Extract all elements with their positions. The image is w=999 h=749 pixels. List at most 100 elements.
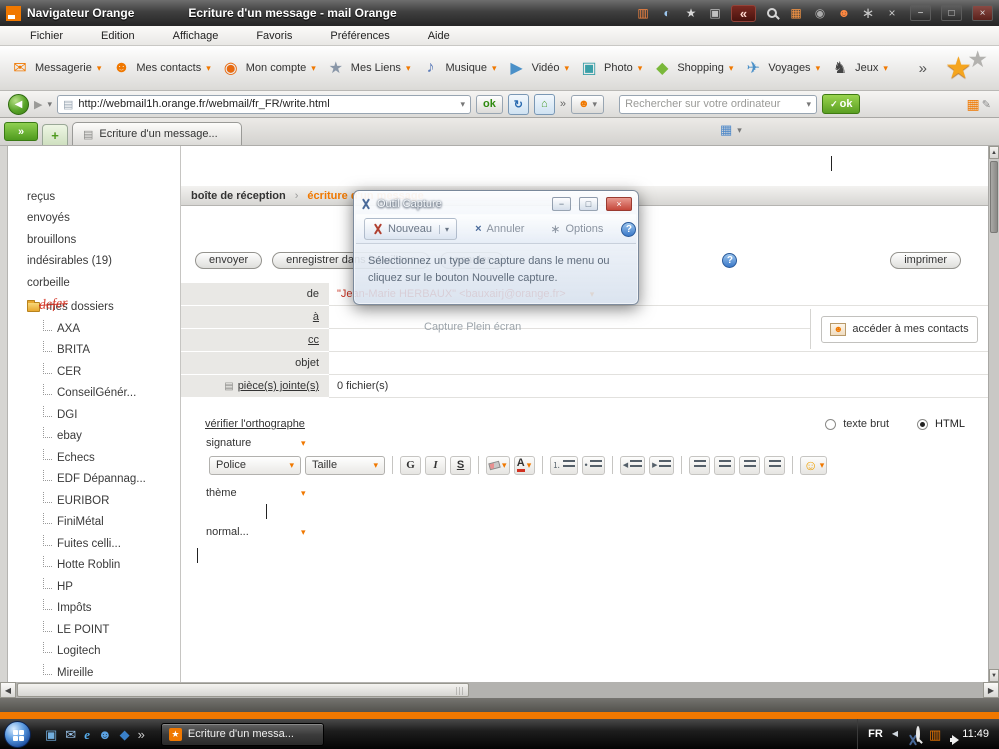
subfolder-item[interactable]: Mireille: [9, 662, 180, 682]
person-icon[interactable]: [836, 5, 852, 21]
service-item[interactable]: ◉ Mon compte: [221, 58, 316, 78]
bullet-list-button[interactable]: [582, 456, 605, 475]
message-body[interactable]: [181, 546, 971, 676]
service-item[interactable]: ☻ Mes contacts: [111, 59, 210, 77]
service-item[interactable]: ♪ Musique: [420, 59, 496, 77]
folder-root-item[interactable]: mes dossiers defer: [9, 297, 180, 319]
screen-icon[interactable]: [707, 5, 723, 21]
gear-icon[interactable]: [860, 5, 876, 21]
signature-dropdown-icon[interactable]: [301, 438, 306, 449]
service-item[interactable]: ◆ Shopping: [652, 58, 733, 78]
outdent-button[interactable]: [620, 456, 645, 475]
dialog-restore-button[interactable]: [579, 197, 598, 211]
capture-dialog-titlebar[interactable]: Outil Capture: [356, 193, 636, 214]
home-button[interactable]: [534, 94, 555, 115]
scroll-up-button[interactable]: [989, 146, 999, 159]
service-item[interactable]: ★ Mes Liens: [326, 58, 411, 78]
quick-launch-browser-icon[interactable]: e: [84, 728, 90, 741]
bold-button[interactable]: G: [400, 456, 421, 475]
service-item[interactable]: ✈ Voyages: [743, 58, 820, 78]
tray-orange-icon[interactable]: [929, 728, 941, 741]
quick-launch-media-icon[interactable]: [120, 728, 130, 741]
refresh-button[interactable]: [508, 94, 529, 115]
globe-icon[interactable]: [659, 5, 675, 21]
font-color-button[interactable]: A: [514, 456, 535, 475]
subfolder-item[interactable]: EURIBOR: [9, 490, 180, 512]
align-center-button[interactable]: [714, 456, 735, 475]
subfolder-item[interactable]: BRITA: [9, 340, 180, 362]
quick-launch-window-icon[interactable]: [45, 728, 57, 741]
more-tools-icon[interactable]: [560, 98, 566, 110]
align-right-button[interactable]: [739, 456, 760, 475]
horizontal-scroll-thumb[interactable]: [17, 683, 469, 697]
folder-item[interactable]: corbeille: [9, 272, 180, 294]
subfolder-item[interactable]: Hotte Roblin: [9, 555, 180, 577]
language-indicator[interactable]: FR: [868, 728, 883, 740]
more-services-button[interactable]: [915, 60, 931, 77]
maximize-button[interactable]: [941, 5, 962, 21]
smiley-button[interactable]: [800, 456, 827, 475]
highlight-color-button[interactable]: [486, 456, 510, 475]
grid-icon[interactable]: [788, 5, 804, 21]
service-item[interactable]: ✉ Messagerie: [10, 58, 101, 78]
tray-chevron-icon[interactable]: [892, 730, 898, 738]
plain-text-radio[interactable]: [825, 419, 836, 430]
vertical-scroll-thumb[interactable]: [990, 161, 998, 233]
start-button[interactable]: [4, 721, 31, 748]
small-close-icon[interactable]: [884, 5, 900, 21]
forward-button[interactable]: [34, 98, 42, 111]
horizontal-scrollbar[interactable]: [0, 682, 999, 698]
new-capture-dropdown-icon[interactable]: [439, 225, 449, 234]
menu-item[interactable]: Préférences: [330, 30, 389, 42]
capture-help-icon[interactable]: [621, 222, 636, 237]
history-dropdown-icon[interactable]: [47, 99, 52, 110]
spellcheck-link[interactable]: vérifier l'orthographe: [205, 418, 305, 430]
subfolder-item[interactable]: Logitech: [9, 641, 180, 663]
cc-label[interactable]: cc: [181, 329, 329, 352]
theme-dropdown-icon[interactable]: [301, 488, 306, 499]
clock[interactable]: 11:49: [962, 728, 989, 740]
capture-options-button[interactable]: Options: [542, 218, 611, 240]
subfolder-item[interactable]: Fuites celli...: [9, 533, 180, 555]
folder-item[interactable]: indésirables (19): [9, 251, 180, 273]
folder-item[interactable]: reçus: [9, 186, 180, 208]
quick-launch-messenger-icon[interactable]: [98, 728, 112, 741]
go-ok-button[interactable]: ok: [476, 95, 503, 114]
scroll-left-button[interactable]: [0, 682, 16, 698]
italic-button[interactable]: I: [425, 456, 446, 475]
url-input[interactable]: [78, 98, 455, 110]
breadcrumb-inbox[interactable]: boîte de réception: [191, 190, 286, 202]
font-size-select[interactable]: Taille: [305, 456, 385, 475]
access-contacts-button[interactable]: accéder à mes contacts: [821, 316, 977, 343]
back-chevrons-icon[interactable]: [731, 5, 756, 22]
print-button[interactable]: imprimer: [890, 252, 961, 269]
folder-item[interactable]: brouillons: [9, 229, 180, 251]
folder-item[interactable]: envoyés: [9, 208, 180, 230]
menu-item[interactable]: Fichier: [30, 30, 63, 42]
vertical-scrollbar[interactable]: [988, 146, 999, 682]
subfolder-item[interactable]: CER: [9, 361, 180, 383]
star-icon[interactable]: [683, 5, 699, 21]
taskbar-task-button[interactable]: Ecriture d'un messa...: [161, 723, 324, 746]
stripes-icon[interactable]: [635, 5, 651, 21]
menu-item[interactable]: Affichage: [173, 30, 219, 42]
menu-item[interactable]: Edition: [101, 30, 135, 42]
underline-button[interactable]: S: [450, 456, 471, 475]
align-left-button[interactable]: [689, 456, 710, 475]
subfolder-item[interactable]: HP: [9, 576, 180, 598]
active-tab[interactable]: Ecriture d'un message...: [72, 122, 242, 145]
subfolder-item[interactable]: EDF Dépannag...: [9, 469, 180, 491]
quick-launch-mail-icon[interactable]: [65, 728, 76, 741]
tray-magnifier-icon[interactable]: [916, 729, 920, 740]
service-item[interactable]: ♞ Jeux: [830, 58, 888, 78]
subfolder-item[interactable]: DGI: [9, 404, 180, 426]
search-ok-button[interactable]: ok: [822, 94, 860, 114]
layout-switcher[interactable]: [720, 122, 742, 138]
new-capture-button[interactable]: Nouveau: [364, 218, 457, 240]
quick-launch-more-icon[interactable]: [138, 728, 145, 741]
minimize-button[interactable]: [910, 5, 931, 21]
capture-cancel-button[interactable]: Annuler: [467, 218, 532, 240]
help-icon[interactable]: [722, 253, 737, 268]
search-scope-chip[interactable]: [571, 95, 604, 114]
to-label[interactable]: à: [181, 306, 329, 329]
